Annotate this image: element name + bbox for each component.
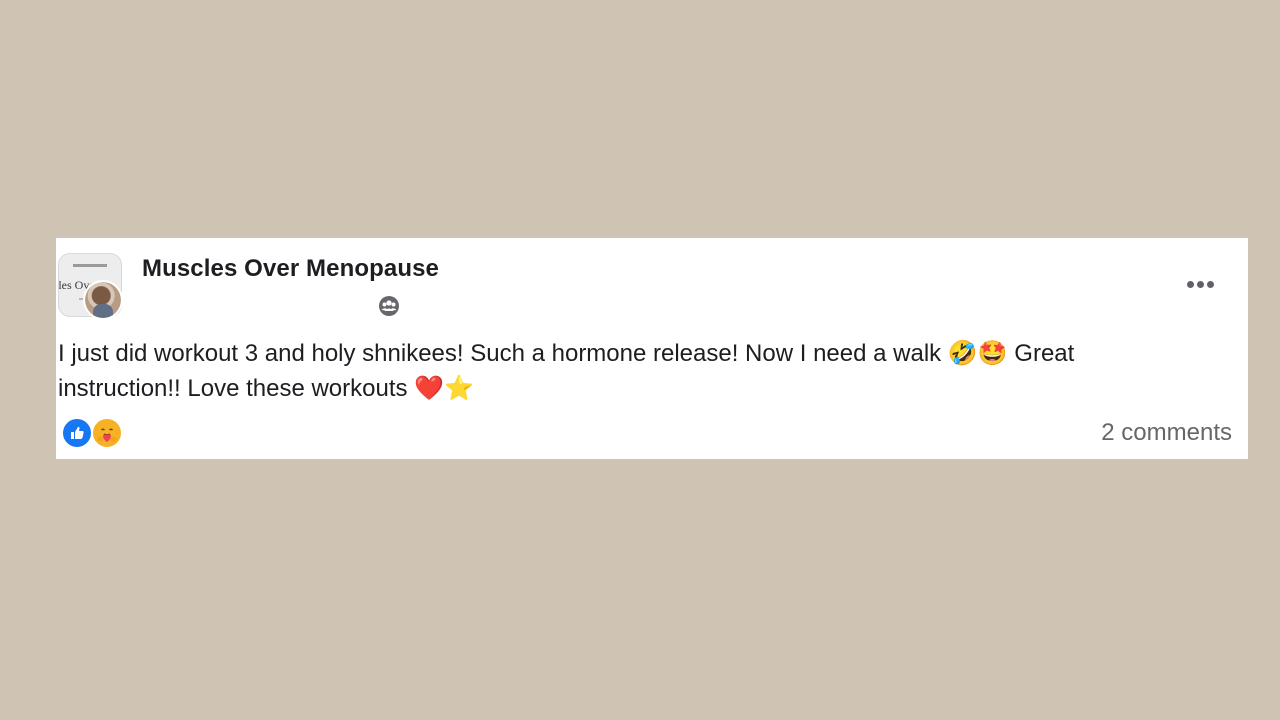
- more-options-button[interactable]: [1180, 270, 1220, 298]
- reactions-summary[interactable]: [61, 417, 127, 449]
- like-reaction-icon: [61, 417, 93, 449]
- more-options-icon-dot: [1196, 280, 1204, 288]
- group-name-link[interactable]: Muscles Over Menopause: [142, 255, 439, 283]
- more-options-icon-dot: [1206, 280, 1214, 288]
- heart-emoji-icon: ❤️: [414, 374, 445, 402]
- group-members-icon: [379, 296, 399, 316]
- more-options-icon: [1186, 280, 1194, 288]
- post-text: I just did workout 3 and holy shnikees! …: [58, 336, 1238, 406]
- page-background: cles Over Muscles Over Menopause I just …: [0, 0, 1280, 720]
- user-avatar[interactable]: [83, 280, 123, 320]
- post-text-line2: instruction!! Love these workouts: [58, 375, 415, 402]
- logo-strip: [73, 264, 107, 267]
- comments-count-link[interactable]: 2 comments: [1101, 419, 1232, 447]
- post-text-line1-end: Great: [1007, 340, 1075, 367]
- post-card: cles Over Muscles Over Menopause I just …: [56, 238, 1248, 459]
- user-photo-detail: [93, 304, 113, 318]
- post-text-line1: I just did workout 3 and holy shnikees! …: [58, 340, 948, 367]
- care-reaction-icon: [91, 417, 123, 449]
- star-emoji-icon: ⭐: [444, 374, 474, 402]
- star-eyes-emoji-icon: 🤩: [977, 339, 1008, 367]
- laughing-emoji-icon: 🤣: [947, 339, 978, 367]
